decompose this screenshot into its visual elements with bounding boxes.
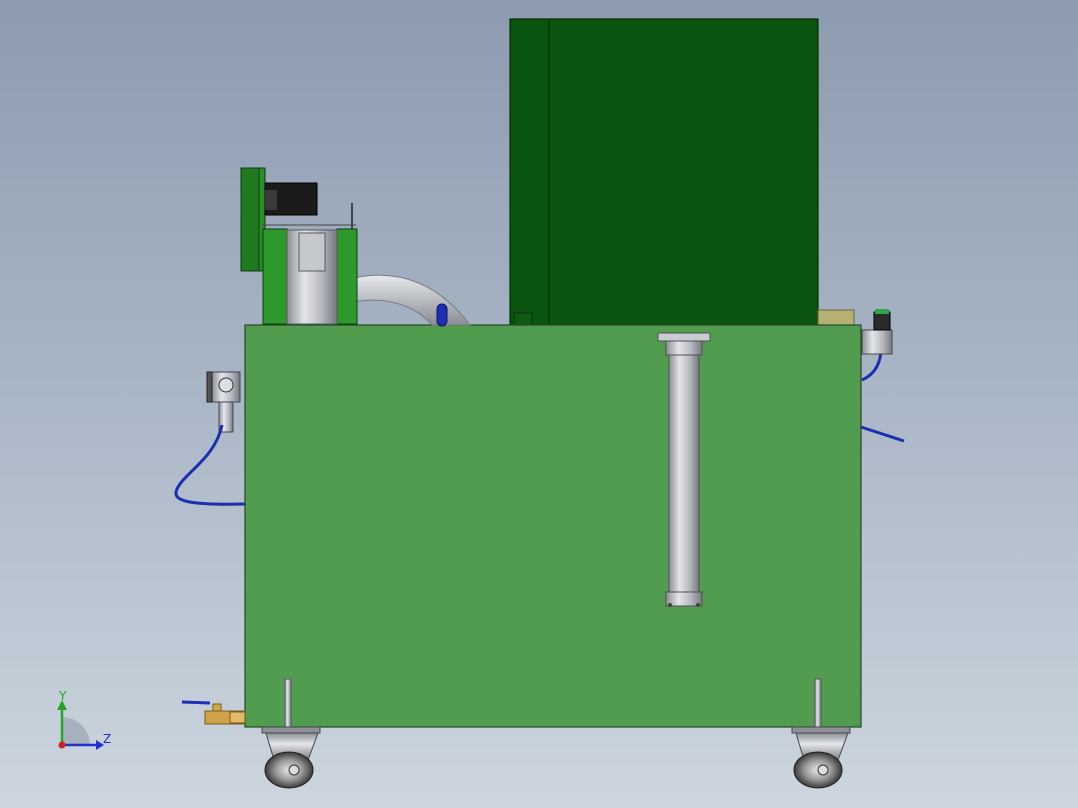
motor-pump-assembly[interactable] [240,167,358,325]
cylinder-barrel [668,354,700,596]
right-valve[interactable] [861,309,893,355]
main-tank-body[interactable] [244,324,862,728]
curved-pipe[interactable] [353,274,472,327]
cad-model-view[interactable]: Y Z [0,0,1078,808]
enclosure-body[interactable] [509,18,819,330]
caster-plate [791,726,851,734]
air-hose-left [174,424,246,506]
air-hose-right-lower [860,425,905,443]
valve-block [861,329,893,355]
valve-handle[interactable] [181,700,211,705]
valve-button[interactable] [873,311,891,331]
enclosure-latch[interactable] [513,312,533,326]
cylinder-bolt [668,603,672,607]
regulator-bracket [206,371,213,403]
leveling-foot-right [814,678,822,728]
regulator-gauge [218,377,234,393]
graphics-viewport[interactable]: Y Z [0,0,1078,808]
triad-z-label: Z [103,732,111,746]
triad-y-label: Y [58,689,67,703]
air-filter-regulator[interactable] [206,371,241,433]
motor-shaft-end [265,190,277,210]
caster-left[interactable] [261,726,321,789]
pipe-elbow [353,274,472,326]
cylinder-top-flange [657,332,711,342]
valve-button-cap[interactable] [875,309,889,314]
coordinate-triad: Y Z [57,689,111,750]
triad-x-axis [58,741,66,749]
valve-fitting [229,711,246,724]
caster-plate [261,726,321,734]
cylinder-bolt [696,603,700,607]
caster-hub [288,764,300,776]
triad-quarter-disc [62,717,90,745]
blue-nozzle[interactable] [436,303,448,327]
cylinder-top-cap [665,340,703,356]
pump-housing-left [262,228,288,325]
caster-right[interactable] [791,726,851,789]
leveling-foot-left [284,678,292,728]
pump-body-upper [298,232,326,272]
caster-hub [817,764,829,776]
top-enclosure[interactable] [509,18,819,330]
drain-ball-valve[interactable] [181,700,246,725]
pump-housing-right [336,228,358,325]
